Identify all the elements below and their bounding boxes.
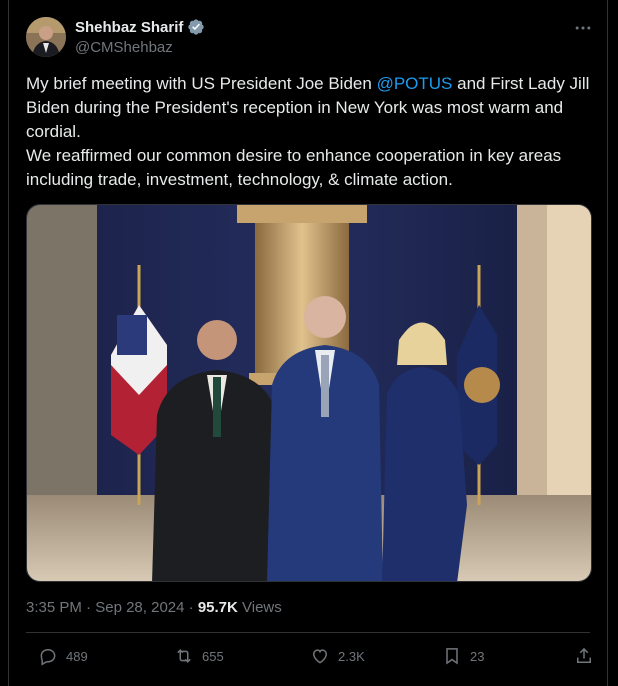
like-count: 2.3K <box>338 648 365 664</box>
tweet-photo[interactable] <box>26 204 592 582</box>
repost-count: 655 <box>202 648 224 664</box>
tweet-time[interactable]: 3:35 PM <box>26 599 82 616</box>
tweet-text: My brief meeting with US President Joe B… <box>26 72 596 192</box>
more-options-icon[interactable] <box>573 18 593 38</box>
tweet-date[interactable]: Sep 28, 2024 <box>95 599 184 616</box>
share-button[interactable] <box>574 646 594 666</box>
repost-icon <box>177 649 191 663</box>
photo-image <box>27 205 591 581</box>
avatar[interactable] <box>26 17 66 57</box>
tweet-text-part1: My brief meeting with US President Joe B… <box>26 74 377 93</box>
reply-count: 489 <box>66 648 88 664</box>
share-icon <box>577 647 591 663</box>
bookmark-icon <box>446 648 458 665</box>
repost-button[interactable]: 655 <box>174 646 224 666</box>
divider <box>26 632 590 633</box>
like-button[interactable]: 2.3K <box>310 646 365 666</box>
views-count: 95.7K <box>197 599 238 616</box>
views-label: Views <box>237 599 282 616</box>
reply-button[interactable]: 489 <box>38 646 88 666</box>
bookmark-count: 23 <box>470 648 485 664</box>
meta-separator: · <box>81 599 96 616</box>
tweet-card: Shehbaz Sharif @CMShehbaz My brief meeti… <box>8 0 608 686</box>
avatar-image <box>26 17 66 57</box>
mention-link[interactable]: @POTUS <box>377 74 453 93</box>
reply-icon <box>40 648 56 666</box>
heart-icon <box>312 649 328 664</box>
verified-badge-icon <box>188 19 205 35</box>
tweet-actions: 489 655 2.3K 23 <box>26 646 592 670</box>
tweet-meta: 3:35 PM · Sep 28, 2024 · 95.7K Views <box>26 599 282 616</box>
meta-separator-2: · <box>184 599 198 616</box>
bookmark-button[interactable]: 23 <box>442 646 484 666</box>
author-name-row[interactable]: Shehbaz Sharif <box>75 18 205 36</box>
author-name[interactable]: Shehbaz Sharif <box>75 19 183 36</box>
author-handle[interactable]: @CMShehbaz <box>75 39 173 56</box>
